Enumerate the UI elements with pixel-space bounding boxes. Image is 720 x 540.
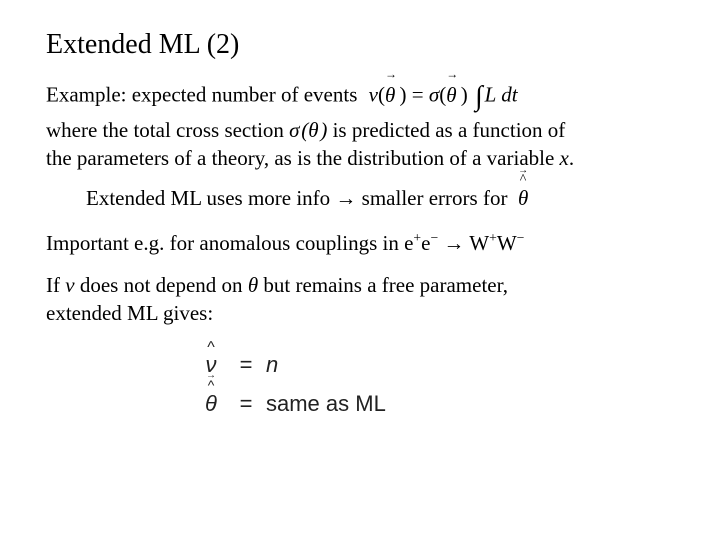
p4-b: does not depend on [75, 273, 248, 297]
var-x: x [560, 146, 569, 170]
p1-lead: Example: expected number of events [46, 83, 357, 107]
p3-d: W [497, 231, 517, 255]
eq-theta-rhs: same as ML [266, 389, 386, 419]
equation-theta: θ = same as ML [196, 389, 674, 419]
sup-plus-1: + [413, 230, 421, 245]
sym-Ldt: L dt [485, 83, 518, 107]
paragraph-1: Example: expected number of events ν(θ )… [46, 78, 674, 172]
paragraph-3: Important e.g. for anomalous couplings i… [46, 229, 674, 257]
sup-minus-2: − [517, 230, 525, 245]
sym-theta-vec: θ [385, 81, 395, 109]
integral-icon: ∫ [475, 78, 483, 116]
sup-plus-2: + [489, 230, 497, 245]
equation-nu: ν = n [196, 350, 674, 380]
theta-hat-vec-2: θ [205, 389, 217, 419]
sup-minus-1: − [430, 230, 438, 245]
slide-title: Extended ML (2) [46, 26, 674, 64]
p3-a: Important e.g. for anomalous couplings i… [46, 231, 413, 255]
equals-1: = [226, 350, 266, 380]
sym-theta-2: θ [248, 273, 258, 297]
equation-block: ν = n θ = same as ML [196, 350, 674, 419]
p1-line3b: . [569, 146, 574, 170]
p4-c: but remains a free parameter, [258, 273, 508, 297]
sym-sigma: σ [429, 83, 439, 107]
theta-hat-vec: θ [518, 184, 528, 212]
sigma-theta: σ (θ ) [289, 118, 327, 142]
eq-nu-rhs: n [266, 352, 278, 377]
slide: Extended ML (2) Example: expected number… [0, 0, 720, 449]
paragraph-2: Extended ML uses more info → smaller err… [86, 184, 674, 212]
p1-line2a: where the total cross section [46, 118, 289, 142]
sym-nu-2: ν [65, 273, 74, 297]
sym-nu: ν [369, 83, 378, 107]
formula-nu-sigma-int: ν(θ ) = σ(θ ) ∫L dt [369, 78, 518, 116]
p1-line2b: is predicted as a function of [327, 118, 565, 142]
equals-2: = [226, 389, 266, 419]
p4-a: If [46, 273, 65, 297]
p2-text: Extended ML uses more info → smaller err… [86, 186, 507, 210]
p3-c: → W [438, 231, 489, 255]
paragraph-4: If ν does not depend on θ but remains a … [46, 271, 674, 328]
p4-d: extended ML gives: [46, 301, 213, 325]
sym-theta-vec-2: θ [446, 81, 456, 109]
p1-line3a: the parameters of a theory, as is the di… [46, 146, 560, 170]
